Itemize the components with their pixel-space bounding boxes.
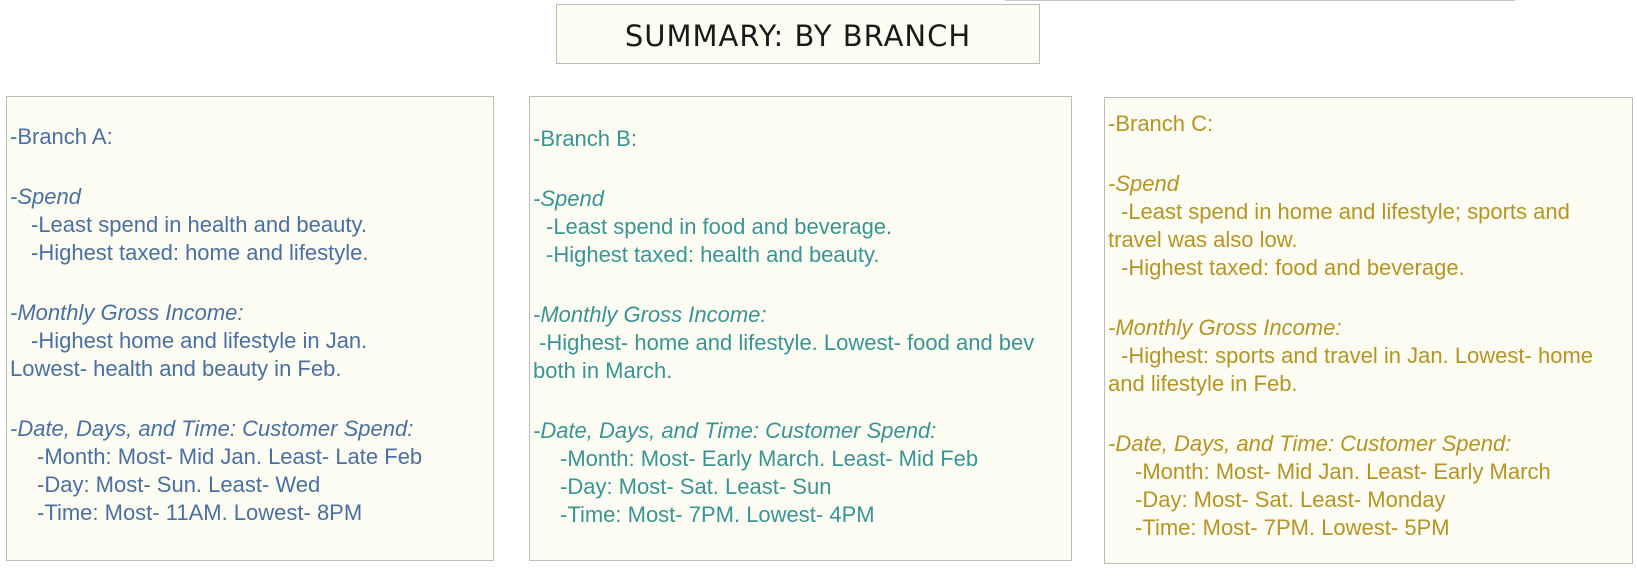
branch-b-income-text: -Highest- home and lifestyle. Lowest- fo… (533, 330, 1035, 383)
branch-a-spend-line: -Highest taxed: home and lifestyle. (31, 240, 369, 265)
branch-c-income-heading: -Monthly Gross Income: (1108, 315, 1342, 340)
branch-c-spend-text: -Least spend in home and lifestyle; spor… (1108, 199, 1570, 252)
branch-b-panel: -Branch B: -Spend -Least spend in food a… (529, 96, 1072, 561)
branch-c-panel: -Branch C: -Spend -Least spend in home a… (1104, 97, 1633, 564)
branch-a-panel: -Branch A: -Spend -Least spend in health… (6, 96, 494, 561)
branch-a-income-text: -Highest home and lifestyle in Jan. Lowe… (10, 328, 368, 381)
branch-a-date-line: -Day: Most- Sun. Least- Wed (37, 472, 321, 497)
branch-b-spend-line: -Highest taxed: health and beauty. (546, 242, 880, 267)
branch-a-date-line: -Time: Most- 11AM. Lowest- 8PM (37, 500, 363, 525)
branch-a-date-line: -Month: Most- Mid Jan. Least- Late Feb (37, 444, 423, 469)
branch-c-income-text: -Highest: sports and travel in Jan. Lowe… (1108, 343, 1594, 396)
branch-b-spend-heading: -Spend (533, 186, 604, 211)
branch-c-spend-line: -Highest taxed: food and beverage. (1121, 255, 1465, 280)
branch-b-date-line: -Month: Most- Early March. Least- Mid Fe… (560, 446, 979, 471)
branch-a-income-heading: -Monthly Gross Income: (10, 300, 244, 325)
branch-c-date-line: -Day: Most- Sat. Least- Monday (1135, 487, 1446, 512)
branch-c-date-line: -Month: Most- Mid Jan. Least- Early Marc… (1135, 459, 1551, 484)
branch-b-heading: -Branch B: (533, 126, 637, 151)
branch-b-date-line: -Time: Most- 7PM. Lowest- 4PM (560, 502, 875, 527)
branch-a-heading: -Branch A: (10, 124, 113, 149)
title-box: SUMMARY: BY BRANCH (556, 4, 1040, 64)
branch-b-date-line: -Day: Most- Sat. Least- Sun (560, 474, 832, 499)
page-title: SUMMARY: BY BRANCH (624, 18, 972, 53)
top-divider-line (1005, 0, 1515, 1)
branch-c-heading: -Branch C: (1108, 111, 1214, 136)
branch-b-income-heading: -Monthly Gross Income: (533, 302, 767, 327)
branch-c-date-line: -Time: Most- 7PM. Lowest- 5PM (1135, 515, 1450, 540)
branch-a-spend-heading: -Spend (10, 184, 81, 209)
branch-c-spend-heading: -Spend (1108, 171, 1179, 196)
branch-a-date-heading: -Date, Days, and Time: Customer Spend: (10, 416, 414, 441)
branch-b-spend-line: -Least spend in food and beverage. (546, 214, 893, 239)
branch-a-spend-line: -Least spend in health and beauty. (31, 212, 367, 237)
branch-c-date-heading: -Date, Days, and Time: Customer Spend: (1108, 431, 1512, 456)
branch-b-date-heading: -Date, Days, and Time: Customer Spend: (533, 418, 937, 443)
